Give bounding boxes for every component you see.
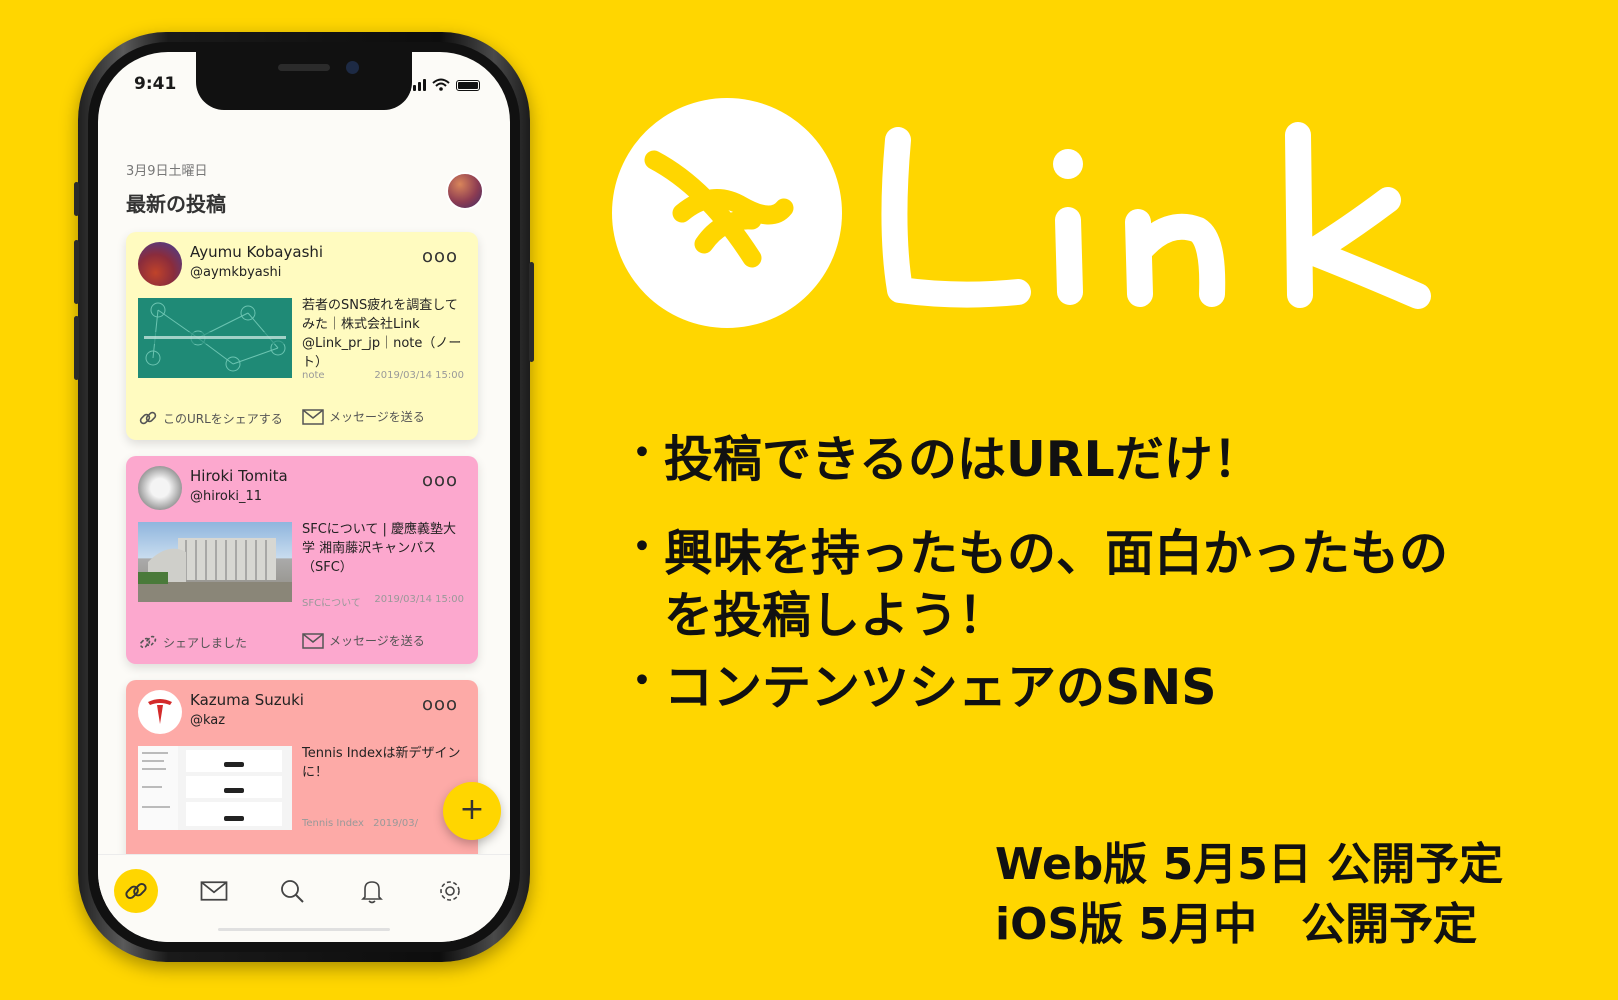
- tab-link[interactable]: [114, 869, 158, 913]
- link-logo-mark: [612, 98, 842, 328]
- post-source: SFCについて: [302, 598, 361, 609]
- post-title[interactable]: Tennis Indexは新デザインに！: [302, 744, 467, 782]
- tab-messages[interactable]: [192, 869, 236, 913]
- profile-avatar[interactable]: [446, 172, 484, 210]
- phone-mockup: 9:41 3月9日土曜日 最新の投稿 Ayumu Kobayashi @aymk…: [74, 32, 534, 962]
- battery-icon: [456, 80, 480, 91]
- post-title[interactable]: 若者のSNS疲れを調査してみた｜株式会社Link @Link_pr_jp｜not…: [302, 296, 467, 372]
- link-logo-icon: [644, 150, 794, 268]
- tab-settings[interactable]: [428, 869, 472, 913]
- gear-icon: [440, 881, 460, 901]
- user-avatar[interactable]: [138, 466, 182, 510]
- more-options-icon[interactable]: ooo: [422, 246, 458, 267]
- release-ios: iOS版 5月中 公開予定: [995, 899, 1478, 950]
- home-indicator: [218, 928, 390, 931]
- post-date: 2019/03/: [373, 818, 418, 829]
- post-date: 2019/03/14 15:00: [374, 594, 464, 605]
- signal-icon: [408, 79, 426, 91]
- tab-search[interactable]: [270, 869, 314, 913]
- bullet-mark: ・: [622, 524, 662, 570]
- post-thumbnail[interactable]: [138, 746, 292, 830]
- post-title[interactable]: SFCについて | 慶應義塾大学 湘南藤沢キャンパス（SFC）: [302, 520, 467, 577]
- share-url-button[interactable]: このURLをシェアする: [138, 408, 283, 428]
- new-post-button[interactable]: +: [443, 782, 501, 840]
- post-card[interactable]: Kazuma Suzuki @kaz ooo Tennis Indexは新デザイ…: [126, 680, 478, 880]
- bullet-mark: ・: [622, 658, 662, 704]
- status-time: 9:41: [134, 74, 177, 94]
- user-name[interactable]: Hiroki Tomita: [190, 467, 288, 485]
- post-thumbnail[interactable]: [138, 298, 292, 378]
- send-message-button[interactable]: メッセージを送る: [302, 408, 425, 425]
- post-card[interactable]: Hiroki Tomita @hiroki_11 ooo SFCについて | 慶…: [126, 456, 478, 664]
- post-source: note: [302, 370, 325, 381]
- message-label: メッセージを送る: [329, 634, 425, 648]
- link-icon: [139, 411, 157, 425]
- broken-link-icon: [139, 635, 157, 649]
- bell-icon: [361, 881, 383, 904]
- message-label: メッセージを送る: [329, 410, 425, 424]
- share-label: シェアしました: [163, 635, 248, 650]
- more-options-icon[interactable]: ooo: [422, 470, 458, 491]
- user-handle: @aymkbyashi: [190, 265, 282, 280]
- search-icon: [281, 880, 304, 903]
- app-screen: 9:41 3月9日土曜日 最新の投稿 Ayumu Kobayashi @aymk…: [98, 52, 510, 942]
- mail-icon: [302, 408, 324, 425]
- shared-status[interactable]: シェアしました: [138, 632, 247, 652]
- user-name[interactable]: Ayumu Kobayashi: [190, 243, 323, 261]
- release-web: Web版 5月5日 公開予定: [995, 839, 1504, 890]
- post-thumbnail[interactable]: [138, 522, 292, 602]
- link-icon: [125, 882, 147, 900]
- share-label: このURLをシェアする: [163, 411, 283, 426]
- link-wordmark: [881, 122, 1431, 309]
- post-date: 2019/03/14 15:00: [374, 370, 464, 381]
- tab-notifications[interactable]: [350, 869, 394, 913]
- send-message-button[interactable]: メッセージを送る: [302, 632, 425, 649]
- mail-icon: [200, 881, 228, 901]
- user-avatar[interactable]: [138, 690, 182, 734]
- more-options-icon[interactable]: ooo: [422, 694, 458, 715]
- user-handle: @kaz: [190, 713, 226, 728]
- status-icons: [408, 78, 480, 91]
- user-name[interactable]: Kazuma Suzuki: [190, 691, 304, 709]
- feed-date: 3月9日土曜日: [126, 164, 208, 179]
- user-handle: @hiroki_11: [190, 489, 263, 504]
- user-avatar[interactable]: [138, 242, 182, 286]
- wifi-icon: [432, 78, 450, 91]
- tesla-logo: [148, 699, 172, 724]
- mail-icon: [302, 632, 324, 649]
- page-title: 最新の投稿: [126, 192, 226, 216]
- post-card[interactable]: Ayumu Kobayashi @aymkbyashi ooo 若者のSNS疲れ…: [126, 232, 478, 440]
- phone-notch: [196, 52, 412, 110]
- post-source: Tennis Index: [302, 818, 364, 829]
- bullet-mark: ・: [622, 430, 662, 476]
